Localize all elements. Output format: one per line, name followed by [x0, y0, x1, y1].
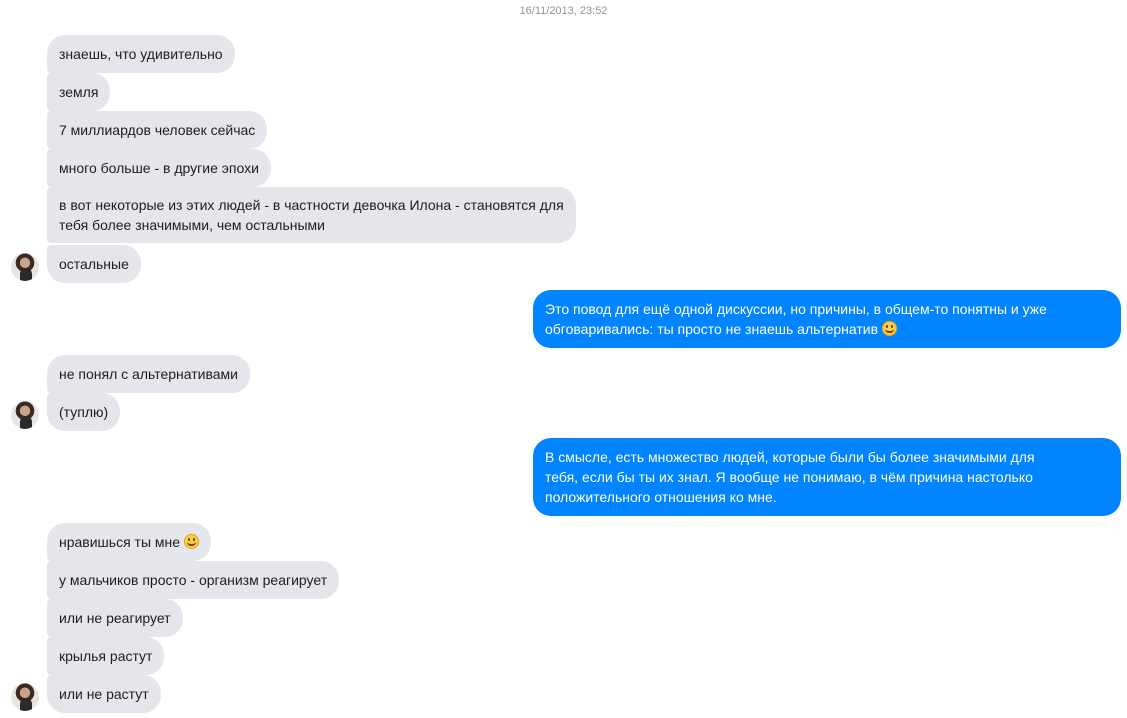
incoming-message[interactable]: (туплю) [47, 393, 121, 431]
contact-avatar[interactable] [11, 253, 39, 281]
incoming-message[interactable]: не понял с альтернативами [47, 355, 250, 393]
incoming-message[interactable]: или не растут [47, 675, 161, 713]
conversation-timestamp: 16/11/2013, 23:52 [519, 5, 608, 17]
smiley-emoji-icon [183, 534, 199, 549]
incoming-message[interactable]: остальные [47, 245, 141, 283]
incoming-message[interactable]: нравишься ты мне [47, 523, 211, 561]
smiley-emoji-icon [881, 321, 897, 336]
incoming-message[interactable]: в вот некоторые из этих людей - в частно… [47, 187, 576, 243]
incoming-message[interactable]: крылья растут [47, 637, 165, 675]
incoming-message[interactable]: земля [47, 73, 111, 111]
incoming-message[interactable]: у мальчиков просто - организм реагирует [47, 561, 340, 599]
outgoing-message[interactable]: В смысле, есть множество людей, которые … [533, 438, 1121, 516]
incoming-message[interactable]: знаешь, что удивительно [47, 35, 235, 73]
outgoing-message[interactable]: Это повод для ещё одной дискуссии, но пр… [533, 290, 1121, 348]
incoming-message[interactable]: много больше - в другие эпохи [47, 149, 271, 187]
contact-avatar[interactable] [11, 401, 39, 429]
incoming-message[interactable]: или не реагирует [47, 599, 183, 637]
incoming-message[interactable]: 7 миллиардов человек сейчас [47, 111, 268, 149]
contact-avatar[interactable] [11, 683, 39, 711]
